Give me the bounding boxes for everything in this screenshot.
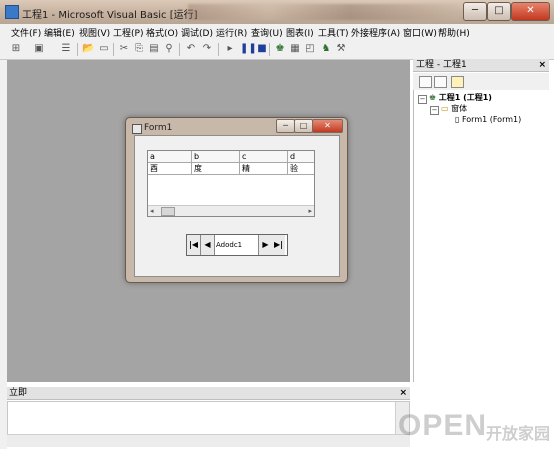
vb-app-icon <box>5 5 19 19</box>
undo-icon[interactable]: ↶ <box>185 43 197 55</box>
project-icon: ♚ <box>429 93 437 102</box>
window-title: 工程1 - Microsoft Visual Basic [运行] <box>22 10 198 21</box>
project-explorer-toolbar <box>413 73 549 91</box>
view-object-icon[interactable] <box>434 76 447 88</box>
move-last-icon[interactable]: ▶| <box>272 235 285 255</box>
start-icon[interactable]: ▸ <box>224 43 236 55</box>
adodc-control: |◀ ◀ Adodc1 ▶ ▶| <box>186 234 288 256</box>
move-first-icon[interactable]: |◀ <box>187 235 201 255</box>
datagrid[interactable]: a b c d 酉 度 精 验 ◂ ▸ <box>147 150 315 217</box>
object-browser-icon[interactable]: ♞ <box>320 43 332 55</box>
titlebar: 工程1 - Microsoft Visual Basic [运行] ─ □ ✕ <box>0 0 554 24</box>
redo-icon[interactable]: ↷ <box>201 43 213 55</box>
menu-debug[interactable]: 调试(D) <box>181 26 213 39</box>
cut-icon[interactable]: ✂ <box>118 43 130 55</box>
menu-query[interactable]: 查询(U) <box>251 26 283 39</box>
watermark: OPEN 开放家园 <box>398 405 554 445</box>
menu-window[interactable]: 窗口(W) <box>403 26 437 39</box>
form-close-button[interactable]: ✕ <box>312 119 343 133</box>
toggle-folders-icon[interactable] <box>451 76 464 88</box>
scroll-left-icon[interactable]: ◂ <box>150 206 154 216</box>
menu-run[interactable]: 运行(R) <box>216 26 247 39</box>
tree-item-label: Form1 (Form1) <box>461 115 522 124</box>
tree-expander[interactable]: − <box>430 106 439 115</box>
move-next-icon[interactable]: ▶ <box>258 235 273 255</box>
menu-file[interactable]: 文件(F) <box>11 26 41 39</box>
save-project-icon[interactable]: ▭ <box>98 43 110 55</box>
form1-client-area: a b c d 酉 度 精 验 ◂ ▸ |◀ ◀ Adodc1 ▶ ▶| <box>134 135 340 277</box>
menu-view[interactable]: 视图(V) <box>79 26 110 39</box>
project-explorer-title: 工程 - 工程1 × <box>413 59 549 72</box>
menubar: 文件(F) 编辑(E) 视图(V) 工程(P) 格式(O) 调试(D) 运行(R… <box>0 24 554 41</box>
add-form-icon[interactable]: ▣ <box>33 43 45 55</box>
watermark-text: 开放家园 <box>486 426 551 443</box>
table-row[interactable]: 酉 度 精 验 <box>148 163 314 175</box>
form-minimize-button[interactable]: ─ <box>276 119 295 133</box>
grid-cell[interactable]: 酉 <box>148 163 192 174</box>
paste-icon[interactable]: ▤ <box>148 43 160 55</box>
left-edge <box>0 60 7 449</box>
standard-toolbar: ⊞ ▣ ☰ 📂 ▭ ✂ ⎘ ▤ ⚲ ↶ ↷ ▸ ❚❚ ■ ♚ ▦ ◰ ♞ ⚒ <box>0 40 554 60</box>
folder-icon: ▭ <box>441 104 449 113</box>
menu-tools[interactable]: 工具(T) <box>318 26 349 39</box>
view-code-icon[interactable] <box>419 76 432 88</box>
grid-hscrollbar[interactable]: ◂ ▸ <box>148 205 314 216</box>
menu-edit[interactable]: 编辑(E) <box>44 26 75 39</box>
tree-item-form1[interactable]: ▯ Form1 (Form1) <box>455 115 521 125</box>
watermark-logo: OPEN <box>398 409 488 442</box>
tree-item-label: 窗体 <box>451 104 468 113</box>
form-icon: ▯ <box>455 115 460 124</box>
grid-header[interactable]: a <box>148 151 192 162</box>
project-tree: − ♚ 工程1 (工程1) − ▭ 窗体 ▯ Form1 (Form1) <box>413 90 550 382</box>
close-button[interactable]: ✕ <box>511 2 550 21</box>
properties-window-icon[interactable]: ▦ <box>289 43 301 55</box>
project-explorer-title-text: 工程 - 工程1 <box>416 60 467 70</box>
form1-window[interactable]: Form1 ─ □ ✕ a b c d 酉 度 精 验 ◂ ▸ |◀ ◀ Ado… <box>125 117 348 283</box>
copy-icon[interactable]: ⎘ <box>133 43 145 55</box>
immediate-hscrollbar[interactable] <box>7 434 410 447</box>
tree-item-forms-folder[interactable]: ▭ 窗体 <box>441 104 467 114</box>
immediate-window-title: 立即 × <box>7 387 410 400</box>
immediate-close-button[interactable]: × <box>399 387 407 400</box>
maximize-button[interactable]: □ <box>487 2 511 21</box>
immediate-window-title-text: 立即 <box>9 388 28 398</box>
form-icon <box>132 124 142 134</box>
tree-item-label: 工程1 (工程1) <box>438 93 492 102</box>
grid-header[interactable]: c <box>240 151 288 162</box>
form-maximize-button[interactable]: □ <box>294 119 313 133</box>
break-icon[interactable]: ❚❚ <box>240 43 257 55</box>
menu-format[interactable]: 格式(O) <box>146 26 178 39</box>
menu-help[interactable]: 帮助(H) <box>438 26 470 39</box>
minimize-button[interactable]: ─ <box>463 2 487 21</box>
scroll-thumb[interactable] <box>161 207 175 216</box>
tree-expander[interactable]: − <box>418 95 427 104</box>
grid-header-row: a b c d <box>148 151 314 163</box>
tree-item-project[interactable]: ♚ 工程1 (工程1) <box>429 93 492 103</box>
adodc-caption: Adodc1 <box>216 241 243 249</box>
grid-cell[interactable]: 度 <box>192 163 240 174</box>
toolbox-icon[interactable]: ⚒ <box>335 43 347 55</box>
grid-cell[interactable]: 验 <box>288 163 314 174</box>
project-explorer-close-button[interactable]: × <box>538 59 546 72</box>
add-project-icon[interactable]: ⊞ <box>10 43 22 55</box>
move-previous-icon[interactable]: ◀ <box>201 235 215 255</box>
end-icon[interactable]: ■ <box>256 43 268 55</box>
grid-cell[interactable]: 精 <box>240 163 288 174</box>
grid-header[interactable]: b <box>192 151 240 162</box>
menu-editor-icon[interactable]: ☰ <box>60 43 72 55</box>
menu-addins[interactable]: 外接程序(A) <box>351 26 400 39</box>
menu-project[interactable]: 工程(P) <box>113 26 143 39</box>
grid-header[interactable]: d <box>288 151 314 162</box>
blurred-taskbar-region <box>188 4 458 20</box>
form-layout-icon[interactable]: ◰ <box>304 43 316 55</box>
open-project-icon[interactable]: 📂 <box>82 43 94 55</box>
form1-title: Form1 <box>144 123 173 133</box>
project-explorer-icon[interactable]: ♚ <box>274 43 286 55</box>
immediate-window[interactable] <box>7 401 410 436</box>
menu-diagram[interactable]: 图表(I) <box>286 26 314 39</box>
find-icon[interactable]: ⚲ <box>163 43 175 55</box>
scroll-right-icon[interactable]: ▸ <box>308 206 312 216</box>
